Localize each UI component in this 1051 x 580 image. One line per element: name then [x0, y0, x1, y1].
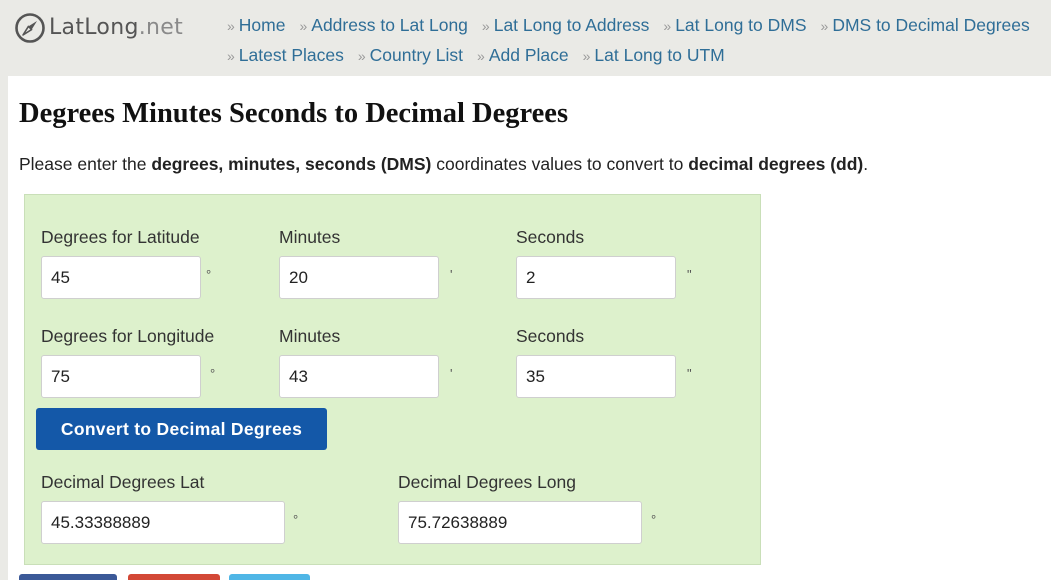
logo-text: LatLong.net: [49, 12, 183, 44]
nav-separator: »: [357, 48, 366, 64]
second-symbol: ": [687, 267, 692, 282]
lat-minutes-label: Minutes: [279, 227, 341, 247]
intro-bold-dms: degrees, minutes, seconds (DMS): [151, 154, 432, 174]
lat-seconds-label: Seconds: [516, 227, 585, 247]
nav-link-country-list[interactable]: Country List: [370, 45, 463, 65]
nav-separator: »: [663, 18, 672, 34]
lon-degrees-label: Degrees for Longitude: [41, 326, 215, 346]
dd-lat-output[interactable]: [41, 501, 285, 544]
lon-minutes-input[interactable]: [279, 355, 439, 398]
lat-seconds-input[interactable]: [516, 256, 676, 299]
degree-symbol: °: [651, 512, 657, 527]
nav-link-home[interactable]: Home: [239, 15, 286, 35]
degree-symbol: °: [210, 366, 216, 381]
site-header: LatLong.net » Home » Address to Lat Long »…: [0, 0, 1051, 76]
nav-separator: »: [299, 18, 308, 34]
nav-link-latest-places[interactable]: Latest Places: [239, 45, 344, 65]
share-google-button[interactable]: [128, 574, 220, 580]
degree-symbol: °: [206, 267, 212, 282]
compass-icon: [15, 13, 45, 43]
nav-link-lat-long-to-dms[interactable]: Lat Long to DMS: [675, 15, 806, 35]
dd-lon-label: Decimal Degrees Long: [398, 472, 577, 492]
main-content: Degrees Minutes Seconds to Decimal Degre…: [8, 76, 1051, 580]
converter-panel: Degrees for Latitude Minutes Seconds ° '…: [24, 194, 761, 565]
lat-degrees-input[interactable]: [41, 256, 201, 299]
degree-symbol: °: [293, 512, 299, 527]
nav-row-primary: » Home » Address to Lat Long » Lat Long to …: [227, 14, 1044, 37]
minute-symbol: ': [450, 267, 453, 282]
lon-seconds-input[interactable]: [516, 355, 676, 398]
lat-degrees-label: Degrees for Latitude: [41, 227, 200, 247]
logo-tld: .net: [138, 15, 184, 40]
share-facebook-button[interactable]: [19, 574, 117, 580]
nav-link-lat-long-to-utm[interactable]: Lat Long to UTM: [594, 45, 724, 65]
dd-lat-label: Decimal Degrees Lat: [41, 472, 205, 492]
nav-separator: »: [227, 48, 235, 64]
nav-link-lat-long-to-address[interactable]: Lat Long to Address: [494, 15, 650, 35]
site-logo[interactable]: LatLong.net: [14, 12, 183, 44]
minute-symbol: ': [450, 366, 453, 381]
nav-separator: »: [582, 48, 591, 64]
intro-bold-dd: decimal degrees (dd): [688, 154, 864, 174]
nav-separator: »: [227, 18, 235, 34]
intro-text-part: coordinates values to convert to: [431, 154, 689, 174]
nav-link-address-to-lat-long[interactable]: Address to Lat Long: [311, 15, 468, 35]
nav-link-dms-to-decimal[interactable]: DMS to Decimal Degrees: [832, 15, 1029, 35]
lon-seconds-label: Seconds: [516, 326, 585, 346]
nav-row-secondary: » Latest Places » Country List » Add Place …: [227, 44, 739, 67]
logo-name: LatLong: [49, 15, 139, 40]
intro-text-part: .: [863, 154, 869, 174]
dd-lon-output[interactable]: [398, 501, 642, 544]
intro-text: Please enter the degrees, minutes, secon…: [19, 154, 868, 175]
lon-minutes-label: Minutes: [279, 326, 341, 346]
second-symbol: ": [687, 366, 692, 381]
nav-link-add-place[interactable]: Add Place: [489, 45, 569, 65]
nav-separator: »: [477, 48, 485, 64]
nav-separator: »: [481, 18, 490, 34]
intro-text-part: Please enter the: [19, 154, 152, 174]
lat-minutes-input[interactable]: [279, 256, 439, 299]
nav-separator: »: [820, 18, 829, 34]
lon-degrees-input[interactable]: [41, 355, 201, 398]
share-twitter-button[interactable]: [229, 574, 310, 580]
page-title: Degrees Minutes Seconds to Decimal Degre…: [19, 98, 569, 129]
convert-button[interactable]: Convert to Decimal Degrees: [36, 408, 327, 450]
